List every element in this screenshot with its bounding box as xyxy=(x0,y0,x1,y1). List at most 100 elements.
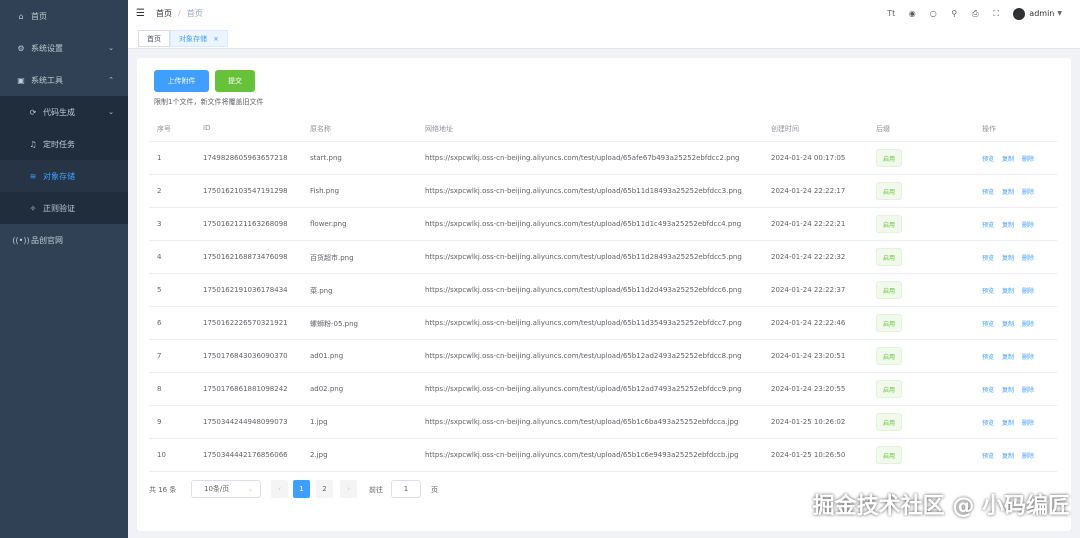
cell-url: https://sxpcwlkj.oss-cn-beijing.aliyuncs… xyxy=(425,253,742,261)
copy-link[interactable]: 复制 xyxy=(1002,451,1014,460)
page-size-value: 10条/页 xyxy=(204,485,230,493)
cell-name: start.png xyxy=(310,154,342,162)
delete-link[interactable]: 删除 xyxy=(1022,187,1034,196)
sidebar-item-label: 系统工具 xyxy=(31,75,63,85)
delete-link[interactable]: 删除 xyxy=(1022,418,1034,427)
cell-name: Fish.png xyxy=(310,187,340,195)
cell-name: 2.jpg xyxy=(310,451,328,459)
delete-link[interactable]: 删除 xyxy=(1022,253,1034,262)
table-row: 5 1750162191036178434 菜.png https://sxpcwlk… xyxy=(149,274,1057,307)
preview-link[interactable]: 预览 xyxy=(982,187,994,196)
status-badge: 启用 xyxy=(876,215,903,233)
sidebar-item-code-gen[interactable]: ⟳ 代码生成 ⌄ xyxy=(0,96,128,128)
copy-link[interactable]: 复制 xyxy=(1002,319,1014,328)
copy-link[interactable]: 复制 xyxy=(1002,154,1014,163)
theme-icon[interactable]: ○ xyxy=(928,9,938,18)
preview-link[interactable]: 预览 xyxy=(982,154,994,163)
cell-id: 1750162121163268098 xyxy=(203,220,288,228)
copy-link[interactable]: 复制 xyxy=(1002,253,1014,262)
page-button-1[interactable]: 1 xyxy=(293,480,310,498)
preview-link[interactable]: 预览 xyxy=(982,286,994,295)
shirt-icon[interactable]: ⚲ xyxy=(949,9,959,18)
delete-link[interactable]: 删除 xyxy=(1022,220,1034,229)
prev-page-button[interactable]: ‹ xyxy=(271,480,288,498)
next-page-button[interactable]: › xyxy=(340,480,357,498)
cell-name: flower.png xyxy=(310,220,347,228)
upload-button[interactable]: 上传附件 xyxy=(154,70,209,92)
close-icon[interactable]: × xyxy=(213,35,219,43)
lock-icon[interactable]: ⎙ xyxy=(970,9,980,19)
submit-button[interactable]: 提交 xyxy=(215,70,255,92)
sidebar-item-system-tools[interactable]: ▣ 系统工具 ⌃ xyxy=(0,64,128,96)
cell-url: https://sxpcwlkj.oss-cn-beijing.aliyuncs… xyxy=(425,187,742,195)
navbar: ☰ 首页 / 首页 Tt ◉ ○ ⚲ ⎙ ⛶ admin ▼ xyxy=(128,0,1080,27)
column-header: 创建时间 xyxy=(771,125,799,133)
breadcrumb-separator: / xyxy=(178,9,181,18)
delete-link[interactable]: 删除 xyxy=(1022,352,1034,361)
tag-object-storage[interactable]: 对象存储 × xyxy=(170,30,228,47)
cell-id: 1750162226570321921 xyxy=(203,319,288,327)
fullscreen-icon[interactable]: ⛶ xyxy=(991,9,1001,19)
avatar[interactable] xyxy=(1013,7,1026,20)
preview-link[interactable]: 预览 xyxy=(982,451,994,460)
sidebar-item-object-storage[interactable]: ≋ 对象存储 xyxy=(0,160,128,192)
cell-no: 7 xyxy=(157,352,162,360)
status-badge: 启用 xyxy=(876,380,903,398)
sidebar-item-scheduled-tasks[interactable]: ♫ 定时任务 xyxy=(0,128,128,160)
tools-icon: ▣ xyxy=(17,75,25,85)
status-badge: 启用 xyxy=(876,281,903,299)
upload-tip: 限制1个文件，新文件将覆盖旧文件 xyxy=(154,98,264,106)
cell-id: 1750176861881098242 xyxy=(203,385,288,393)
preview-link[interactable]: 预览 xyxy=(982,352,994,361)
delete-link[interactable]: 删除 xyxy=(1022,319,1034,328)
delete-link[interactable]: 删除 xyxy=(1022,154,1034,163)
tag-label: 首页 xyxy=(147,34,161,43)
preview-link[interactable]: 预览 xyxy=(982,253,994,262)
sidebar-item-official-site[interactable]: ((•)) 品创官网 xyxy=(0,224,128,256)
copy-link[interactable]: 复制 xyxy=(1002,352,1014,361)
username[interactable]: admin xyxy=(1029,9,1054,18)
cell-url: https://sxpcwlkj.oss-cn-beijing.aliyuncs… xyxy=(425,319,742,327)
code-icon: ⟳ xyxy=(29,107,37,117)
hamburger-icon[interactable]: ☰ xyxy=(136,8,148,19)
broadcast-icon: ((•)) xyxy=(12,235,30,245)
status-badge: 启用 xyxy=(876,347,903,365)
sidebar-item-label: 首页 xyxy=(31,11,47,21)
cell-no: 2 xyxy=(157,187,162,195)
delete-link[interactable]: 删除 xyxy=(1022,451,1034,460)
delete-link[interactable]: 删除 xyxy=(1022,385,1034,394)
copy-link[interactable]: 复制 xyxy=(1002,187,1014,196)
cell-id: 1749828605963657218 xyxy=(203,154,288,162)
chevron-down-icon: ⌄ xyxy=(108,108,114,116)
copy-link[interactable]: 复制 xyxy=(1002,220,1014,229)
page-size-select[interactable]: 10条/页 ⌄ xyxy=(191,480,261,498)
preview-link[interactable]: 预览 xyxy=(982,220,994,229)
breadcrumb-item[interactable]: 首页 xyxy=(156,8,172,19)
goto-page-input[interactable]: 1 xyxy=(391,480,421,498)
preview-link[interactable]: 预览 xyxy=(982,319,994,328)
sidebar-item-system-settings[interactable]: ⚙ 系统设置 ⌄ xyxy=(0,32,128,64)
sidebar-item-regex[interactable]: ✧ 正则验证 xyxy=(0,192,128,224)
page-suffix: 页 xyxy=(431,486,438,494)
cell-url: https://sxpcwlkj.oss-cn-beijing.aliyuncs… xyxy=(425,286,742,294)
copy-link[interactable]: 复制 xyxy=(1002,385,1014,394)
cell-name: 1.jpg xyxy=(310,418,328,426)
preview-link[interactable]: 预览 xyxy=(982,418,994,427)
copy-link[interactable]: 复制 xyxy=(1002,418,1014,427)
home-icon: ⌂ xyxy=(18,11,24,21)
copy-link[interactable]: 复制 xyxy=(1002,286,1014,295)
status-badge: 启用 xyxy=(876,149,903,167)
table-header: 序号 ID 原名称 网络地址 创建时间 后缀 操作 xyxy=(149,115,1057,142)
sidebar-item-home[interactable]: ⌂ 首页 xyxy=(0,0,128,32)
cell-time: 2024-01-25 10:26:02 xyxy=(771,418,846,426)
preview-link[interactable]: 预览 xyxy=(982,385,994,394)
delete-link[interactable]: 删除 xyxy=(1022,286,1034,295)
github-icon[interactable]: ◉ xyxy=(907,9,917,18)
cell-id: 1750176843036090370 xyxy=(203,352,288,360)
translate-icon[interactable]: Tt xyxy=(886,9,896,18)
caret-down-icon[interactable]: ▼ xyxy=(1057,10,1062,17)
column-header: 后缀 xyxy=(876,125,890,133)
page-button-2[interactable]: 2 xyxy=(316,480,333,498)
tag-home[interactable]: 首页 xyxy=(138,30,170,47)
cell-id: 1750344244948099073 xyxy=(203,418,288,426)
